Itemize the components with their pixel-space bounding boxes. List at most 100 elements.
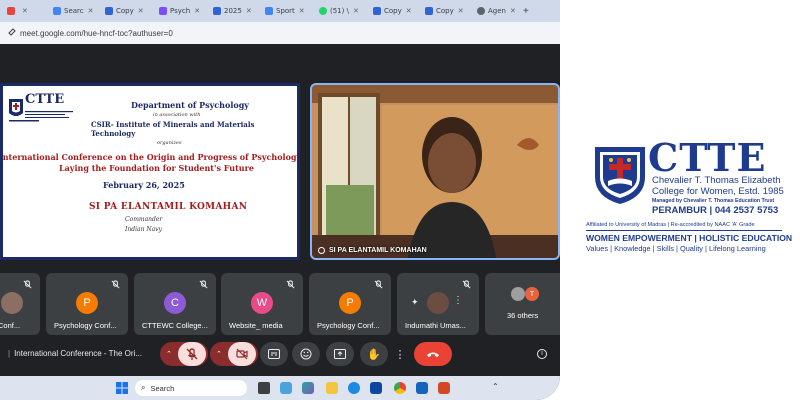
participant-name: Psychology Conf... <box>317 321 380 330</box>
mic-off-icon <box>111 280 120 289</box>
college-wordmark: CTTE <box>648 135 767 180</box>
tab-favicon-icon <box>373 7 381 15</box>
slide-partner: CSIR- Institute of Minerals and Material… <box>91 120 255 138</box>
college-managed-by: Managed by Chevalier T. Thomas Education… <box>652 198 775 204</box>
more-options-icon[interactable]: ⋮ <box>453 295 463 306</box>
close-icon[interactable]: ✕ <box>22 7 28 15</box>
college-crest-icon <box>595 147 645 204</box>
store-icon[interactable] <box>370 382 382 394</box>
copilot-icon[interactable] <box>302 382 314 394</box>
close-icon[interactable]: ✕ <box>299 7 305 15</box>
participant-name: gy Conf... <box>0 321 21 330</box>
microphone-button[interactable] <box>178 342 206 366</box>
browser-tab[interactable]: Copy ✕ <box>370 2 420 20</box>
divider: | <box>8 349 11 358</box>
windows-start-icon[interactable] <box>116 382 128 394</box>
pin-icon[interactable]: ✦ <box>411 297 419 308</box>
more-options-button[interactable]: ⋮ <box>392 342 408 366</box>
camera-button[interactable] <box>228 342 256 366</box>
video-name-text: SI PA ELANTAMIL KOMAHAN <box>329 247 427 254</box>
college-tagline: WOMEN EMPOWERMENT | HOLISTIC EDUCATION <box>586 233 793 243</box>
presentation-tile[interactable]: CTTE Department of Psychology in associa… <box>0 83 300 260</box>
meeting-title: | International Conference - The Ori... <box>8 349 142 358</box>
college-name-line1: Chevalier T. Thomas Elizabeth <box>652 175 781 186</box>
task-view-icon[interactable] <box>258 382 270 394</box>
mic-off-icon <box>186 348 198 360</box>
avatar: C <box>164 292 186 314</box>
participant-tile[interactable]: ✦ ⋮ Indumathi Umas... <box>397 273 479 335</box>
close-icon[interactable]: ✕ <box>353 7 359 15</box>
close-icon[interactable]: ✕ <box>510 7 516 15</box>
others-count: 36 others <box>507 311 539 320</box>
browser-tab[interactable]: (51) \ ✕ <box>316 2 368 20</box>
browser-tab[interactable]: ✕ <box>4 2 48 20</box>
college-values: Values | Knowledge | Skills | Quality | … <box>586 244 766 253</box>
mic-off-icon <box>286 280 295 289</box>
chrome-icon[interactable] <box>394 382 406 394</box>
mic-off-icon <box>462 280 471 289</box>
search-icon: ⌕ <box>141 383 146 392</box>
browser-tab[interactable]: Sport ✕ <box>262 2 314 20</box>
close-icon[interactable]: ✕ <box>246 7 252 15</box>
browser-tab[interactable]: Agen ✕ <box>474 2 518 20</box>
tab-label: Copy <box>116 7 134 15</box>
slide-speaker-org: Indian Navy <box>125 226 162 233</box>
taskbar-search-input[interactable]: ⌕ Search <box>135 380 247 396</box>
url-text: meet.google.com/hue-hncf-toc?authuser=0 <box>20 28 173 38</box>
speaker-video-tile[interactable]: SI PA ELANTAMIL KOMAHAN <box>310 83 560 260</box>
participant-name: Indumathi Umas... <box>405 321 466 330</box>
mic-off-icon <box>199 280 208 289</box>
participant-tile[interactable]: C CTTEWC College... <box>134 273 216 335</box>
leave-call-button[interactable] <box>414 342 452 366</box>
system-tray-chevron-icon[interactable]: ⌃ <box>492 382 499 391</box>
participant-tile[interactable]: P Psychology Conf... <box>46 273 128 335</box>
emoji-icon <box>300 348 312 360</box>
present-button[interactable] <box>326 342 354 366</box>
tab-favicon-icon <box>265 7 273 15</box>
new-tab-button[interactable]: + <box>523 6 529 17</box>
browser-tab[interactable]: Psych ✕ <box>156 2 208 20</box>
others-tile[interactable]: T 36 others <box>485 273 560 335</box>
close-icon[interactable]: ✕ <box>138 7 144 15</box>
avatar: P <box>76 292 98 314</box>
tab-label: (51) \ <box>330 7 349 15</box>
raise-hand-button[interactable]: ✋ <box>360 342 388 366</box>
captions-icon <box>268 349 280 359</box>
site-info-icon[interactable] <box>8 28 16 37</box>
camera-off-icon <box>236 348 248 360</box>
tab-favicon-icon <box>53 7 61 15</box>
tab-label: Agen <box>488 7 506 15</box>
browser-tab[interactable]: Copy ✕ <box>422 2 472 20</box>
tab-label: Copy <box>384 7 402 15</box>
close-icon[interactable]: ✕ <box>406 7 412 15</box>
browser-tab[interactable]: 2025 ✕ <box>210 2 260 20</box>
meeting-details-button[interactable]: i <box>534 342 550 366</box>
browser-tab[interactable]: Searc ✕ <box>50 2 100 20</box>
participant-name: Psychology Conf... <box>54 321 117 330</box>
slide: CTTE Department of Psychology in associa… <box>3 86 297 257</box>
widgets-icon[interactable] <box>280 382 292 394</box>
participant-name-label: SI PA ELANTAMIL KOMAHAN <box>318 247 427 254</box>
address-bar[interactable]: meet.google.com/hue-hncf-toc?authuser=0 <box>0 22 560 44</box>
close-icon[interactable]: ✕ <box>88 7 94 15</box>
browser-tab[interactable]: Copy ✕ <box>102 2 154 20</box>
tab-label: 2025 <box>224 7 242 15</box>
close-icon[interactable]: ✕ <box>194 7 200 15</box>
participant-tile[interactable]: W Website_ media <box>221 273 303 335</box>
captions-button[interactable] <box>260 342 288 366</box>
avatar <box>427 292 449 314</box>
powerpoint-icon[interactable] <box>438 382 450 394</box>
participant-tile[interactable]: gy Conf... <box>0 273 40 335</box>
college-affiliation: Affiliated to University of Madras | Re-… <box>586 222 755 228</box>
tab-favicon-icon <box>477 7 485 15</box>
chevron-up-icon: ⌃ <box>216 351 222 358</box>
edge-icon[interactable] <box>348 382 360 394</box>
participant-tile[interactable]: P Psychology Conf... <box>309 273 391 335</box>
file-explorer-icon[interactable] <box>326 382 338 394</box>
speaker-video-frame <box>312 85 558 258</box>
tab-label: Psych <box>170 7 191 15</box>
reactions-button[interactable] <box>292 342 320 366</box>
close-icon[interactable]: ✕ <box>458 7 464 15</box>
slide-conference-title: International Conference on the Origin a… <box>3 152 297 162</box>
mail-icon[interactable] <box>416 382 428 394</box>
